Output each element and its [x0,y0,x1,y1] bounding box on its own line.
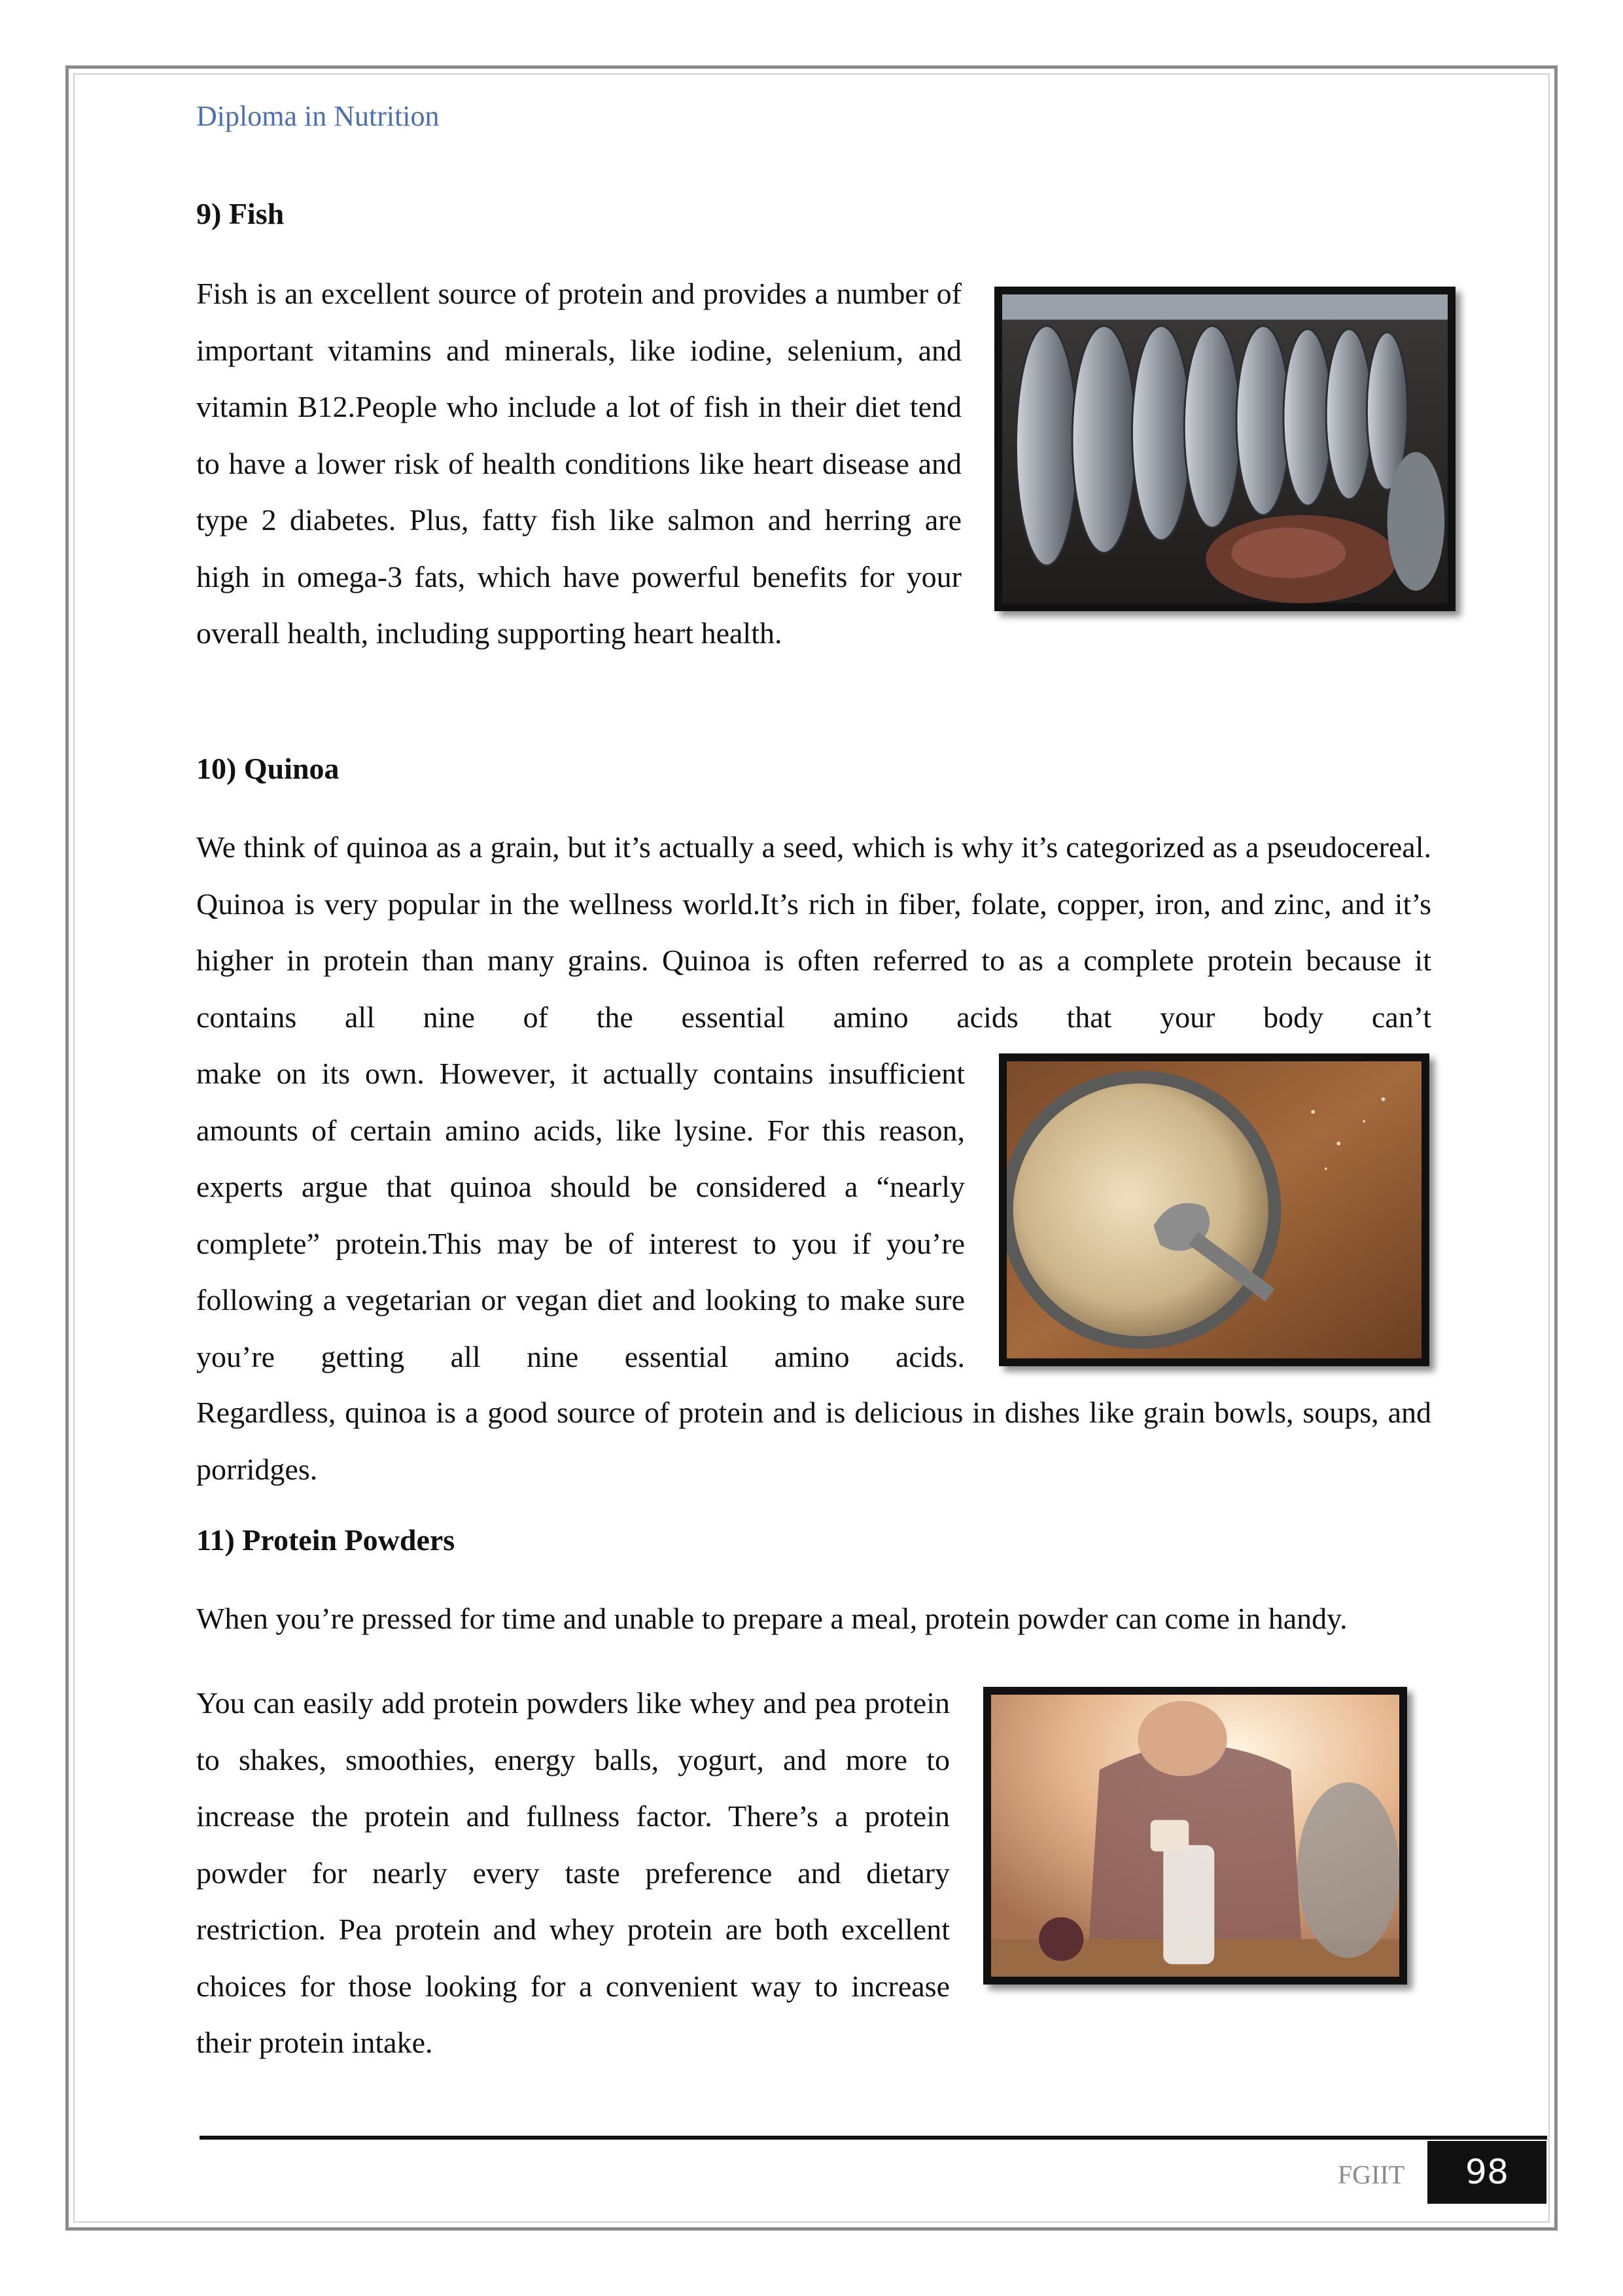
fish-photo [994,287,1456,611]
protein-shaker-photo [983,1687,1407,1985]
footer-org: FGIIT [1338,2160,1405,2189]
page-number: 98 [1427,2141,1546,2204]
quinoa-photo [999,1053,1429,1366]
quinoa-paragraph-closing: Regardless, quinoa is a good source of p… [196,1396,1431,1486]
quinoa-paragraph-intro: We think of quinoa as a grain, but it’s … [196,830,1431,1034]
footer-rule [200,2136,1547,2140]
protein-powders-intro: When you’re pressed for time and unable … [196,1602,1348,1635]
section-heading-quinoa: 10) Quinoa [196,752,340,785]
running-header: Diploma in Nutrition [196,100,440,132]
section-heading-fish: 9) Fish [196,197,285,230]
protein-powders-paragraph: You can easily add protein powders like … [196,1686,950,2059]
section-heading-protein-powders: 11) Protein Powders [196,1523,455,1557]
quinoa-paragraph-wrapped: make on its own. However, it actually co… [196,1057,965,1373]
fish-paragraph: Fish is an excellent source of protein a… [196,277,962,650]
